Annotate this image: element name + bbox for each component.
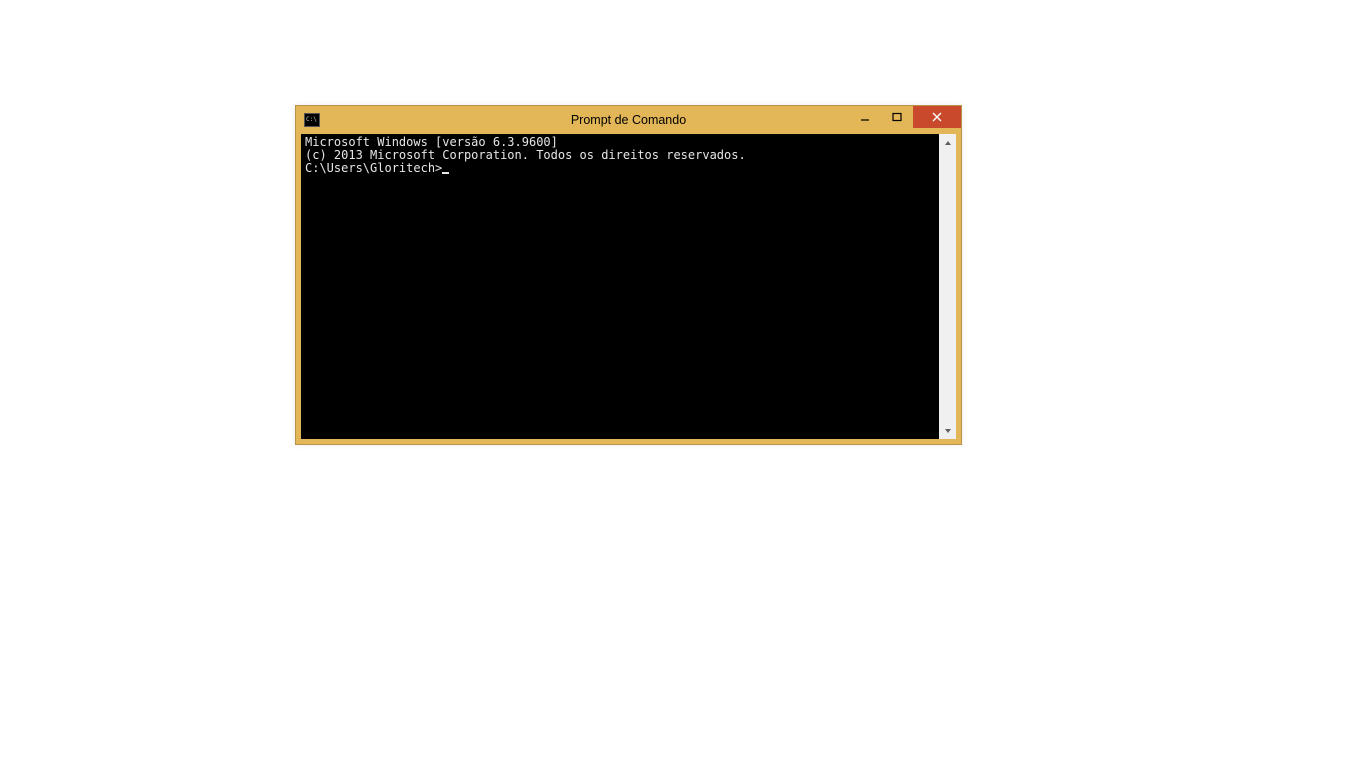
vertical-scrollbar[interactable] <box>939 134 956 439</box>
close-icon <box>932 112 942 122</box>
command-prompt-window: Prompt de Comando Microsoft Windows [ver <box>295 105 962 445</box>
scroll-track[interactable] <box>939 151 956 422</box>
minimize-button[interactable] <box>849 106 881 128</box>
titlebar[interactable]: Prompt de Comando <box>296 106 961 134</box>
cmd-icon <box>304 113 320 127</box>
console-prompt: C:\Users\Gloritech> <box>305 161 442 175</box>
scroll-down-arrow-icon[interactable] <box>939 422 956 439</box>
minimize-icon <box>860 112 870 122</box>
maximize-button[interactable] <box>881 106 913 128</box>
scroll-up-arrow-icon[interactable] <box>939 134 956 151</box>
client-area: Microsoft Windows [versão 6.3.9600](c) 2… <box>301 134 956 439</box>
console-output[interactable]: Microsoft Windows [versão 6.3.9600](c) 2… <box>301 134 939 439</box>
console-prompt-line: C:\Users\Gloritech> <box>305 162 935 175</box>
cursor <box>442 172 449 174</box>
maximize-icon <box>892 112 902 122</box>
scroll-thumb[interactable] <box>939 151 956 422</box>
window-controls <box>849 106 961 128</box>
close-button[interactable] <box>913 106 961 128</box>
